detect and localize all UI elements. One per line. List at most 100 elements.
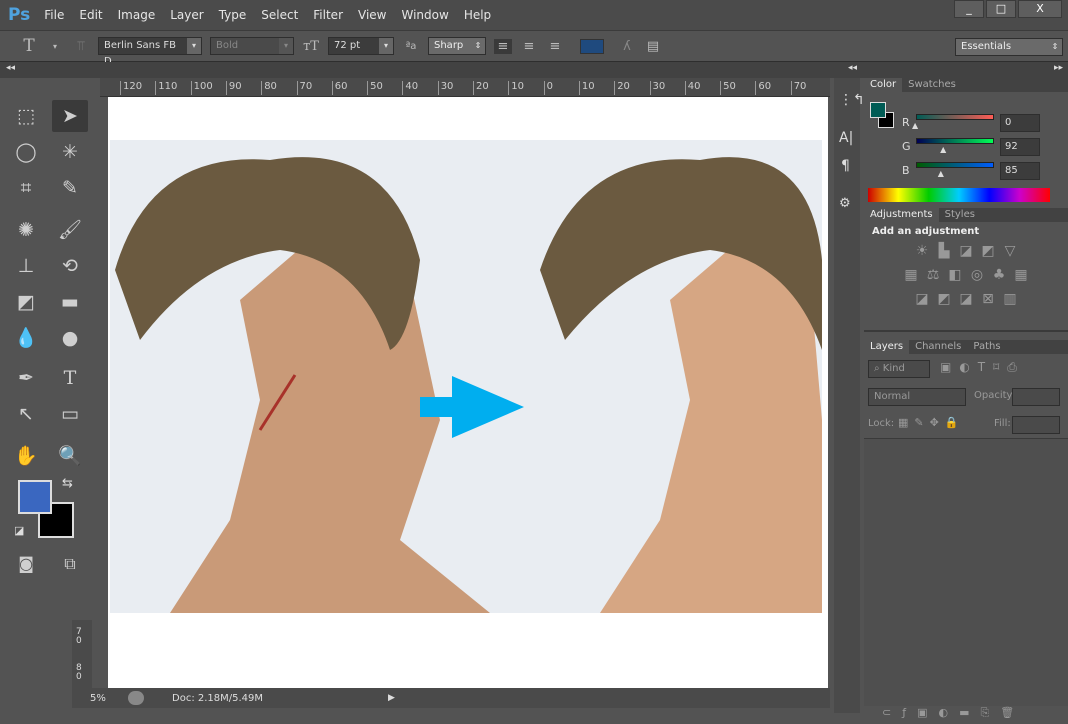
- close-button[interactable]: X: [1018, 0, 1062, 18]
- menu-select[interactable]: Select: [261, 8, 298, 22]
- levels-icon[interactable]: ▙: [933, 243, 955, 259]
- history-brush-tool-icon[interactable]: ⟲: [52, 250, 88, 282]
- curves-icon[interactable]: ◪: [955, 243, 977, 259]
- align-right-icon[interactable]: ≡: [546, 39, 564, 54]
- brush-tool-icon[interactable]: 🖌: [52, 214, 88, 246]
- type-tool-icon[interactable]: T: [20, 36, 38, 56]
- healing-brush-tool-icon[interactable]: ✺: [8, 214, 44, 246]
- menu-image[interactable]: Image: [118, 8, 156, 22]
- layer-filter-icons[interactable]: ▣◐T⌑⎙: [940, 360, 1025, 375]
- menu-edit[interactable]: Edit: [79, 8, 102, 22]
- tab-channels[interactable]: Channels: [909, 340, 967, 354]
- screen-mode-icon[interactable]: ⧉: [52, 548, 88, 580]
- tab-layers[interactable]: Layers: [864, 340, 910, 354]
- layers-list[interactable]: [864, 438, 1068, 706]
- character-panel-icon[interactable]: A|: [839, 130, 853, 146]
- warp-text-icon[interactable]: ʎ: [618, 39, 636, 54]
- foreground-color-swatch[interactable]: [18, 480, 52, 514]
- dodge-tool-icon[interactable]: ●: [52, 322, 88, 354]
- menu-window[interactable]: Window: [401, 8, 448, 22]
- align-center-icon[interactable]: ≡: [520, 39, 538, 54]
- menu-view[interactable]: View: [358, 8, 386, 22]
- threshold-icon[interactable]: ◪: [955, 291, 977, 307]
- type-tool-icon[interactable]: T: [52, 362, 88, 394]
- properties-panel-icon[interactable]: ⚙: [839, 196, 851, 211]
- minimize-button[interactable]: _: [954, 0, 984, 18]
- channel-mixer-icon[interactable]: ♣: [988, 267, 1010, 283]
- antialias-select[interactable]: Sharp ⇕: [428, 37, 486, 55]
- zoom-level[interactable]: 5%: [90, 693, 124, 704]
- history-panel-icon[interactable]: ⋮↰: [839, 92, 865, 108]
- tab-color[interactable]: Color: [864, 78, 903, 92]
- pen-tool-icon[interactable]: ✒: [8, 362, 44, 394]
- tab-swatches[interactable]: Swatches: [902, 78, 962, 92]
- g-slider-thumb[interactable]: ▲: [940, 145, 946, 154]
- toggle-orientation-icon[interactable]: ⫪: [72, 39, 90, 54]
- foreground-color-swatch[interactable]: [870, 102, 886, 118]
- black-white-icon[interactable]: ◧: [944, 267, 966, 283]
- tool-preset-chevron-icon[interactable]: ▾: [46, 42, 64, 51]
- clone-stamp-tool-icon[interactable]: ⊥: [8, 250, 44, 282]
- vibrance-icon[interactable]: ▽: [999, 243, 1021, 259]
- collapse-toolbox-icon[interactable]: ◂◂: [6, 63, 15, 73]
- swap-colors-icon[interactable]: ⇆: [62, 476, 73, 491]
- opacity-input[interactable]: [1012, 388, 1060, 406]
- crop-tool-icon[interactable]: ⌗: [8, 172, 44, 204]
- hand-tool-icon[interactable]: ✋: [8, 440, 44, 472]
- align-left-icon[interactable]: ≡: [494, 38, 512, 54]
- fill-input[interactable]: [1012, 416, 1060, 434]
- status-menu-arrow-icon[interactable]: ▶: [388, 693, 395, 703]
- menu-filter[interactable]: Filter: [313, 8, 343, 22]
- menu-file[interactable]: File: [44, 8, 64, 22]
- menu-layer[interactable]: Layer: [170, 8, 203, 22]
- tab-paths[interactable]: Paths: [967, 340, 1006, 354]
- font-family-select[interactable]: Berlin Sans FB D...▾: [98, 37, 202, 67]
- status-icon[interactable]: [128, 691, 144, 705]
- gradient-tool-icon[interactable]: ▬: [52, 286, 88, 318]
- rectangle-tool-icon[interactable]: ▭: [52, 398, 88, 430]
- r-value-input[interactable]: 0: [1000, 114, 1040, 132]
- workspace-select[interactable]: Essentials ⇕: [955, 38, 1063, 56]
- quick-mask-icon[interactable]: ◙: [8, 548, 44, 580]
- font-size-select[interactable]: 72 pt ▾: [328, 37, 394, 55]
- b-slider-thumb[interactable]: ▲: [938, 169, 944, 178]
- blur-tool-icon[interactable]: 💧: [8, 322, 44, 354]
- brightness-icon[interactable]: ☀: [911, 243, 933, 259]
- paragraph-panel-icon[interactable]: ¶: [841, 158, 850, 174]
- eyedropper-tool-icon[interactable]: ✎: [52, 172, 88, 204]
- lock-icons[interactable]: ▦✎✥🔒: [898, 416, 965, 429]
- b-value-input[interactable]: 85: [1000, 162, 1040, 180]
- gradient-map-icon[interactable]: ▥: [999, 291, 1021, 307]
- font-style-select[interactable]: Bold ▾: [210, 37, 294, 55]
- magic-wand-tool-icon[interactable]: ✳: [52, 136, 88, 168]
- selective-color-icon[interactable]: ⊠: [977, 291, 999, 307]
- hue-saturation-icon[interactable]: ▦: [900, 267, 922, 283]
- default-colors-icon[interactable]: ◪: [14, 524, 24, 537]
- marquee-tool-icon[interactable]: ⬚: [8, 100, 44, 132]
- color-lookup-icon[interactable]: ▦: [1010, 267, 1032, 283]
- b-slider[interactable]: [916, 162, 994, 168]
- layer-kind-filter[interactable]: ⌕ Kind: [868, 360, 930, 378]
- blend-mode-select[interactable]: Normal: [868, 388, 966, 406]
- lasso-tool-icon[interactable]: ◯: [8, 136, 44, 168]
- menu-type[interactable]: Type: [219, 8, 247, 22]
- color-balance-icon[interactable]: ⚖: [922, 267, 944, 283]
- eraser-tool-icon[interactable]: ◩: [8, 286, 44, 318]
- path-selection-tool-icon[interactable]: ↖: [8, 398, 44, 430]
- text-color-swatch[interactable]: [580, 38, 604, 54]
- r-slider-thumb[interactable]: ▲: [912, 121, 918, 130]
- move-tool-icon[interactable]: ➤: [52, 100, 88, 132]
- expand-panels-icon[interactable]: ▸▸: [1054, 63, 1063, 73]
- collapse-icons-icon[interactable]: ◂◂: [848, 63, 857, 73]
- posterize-icon[interactable]: ◩: [933, 291, 955, 307]
- invert-icon[interactable]: ◪: [911, 291, 933, 307]
- g-slider[interactable]: [916, 138, 994, 144]
- tab-styles[interactable]: Styles: [939, 208, 981, 222]
- tab-adjustments[interactable]: Adjustments: [864, 208, 939, 222]
- character-panel-icon[interactable]: ▤: [644, 39, 662, 54]
- menu-help[interactable]: Help: [464, 8, 491, 22]
- zoom-tool-icon[interactable]: 🔍: [52, 440, 88, 472]
- g-value-input[interactable]: 92: [1000, 138, 1040, 156]
- photo-filter-icon[interactable]: ◎: [966, 267, 988, 283]
- exposure-icon[interactable]: ◩: [977, 243, 999, 259]
